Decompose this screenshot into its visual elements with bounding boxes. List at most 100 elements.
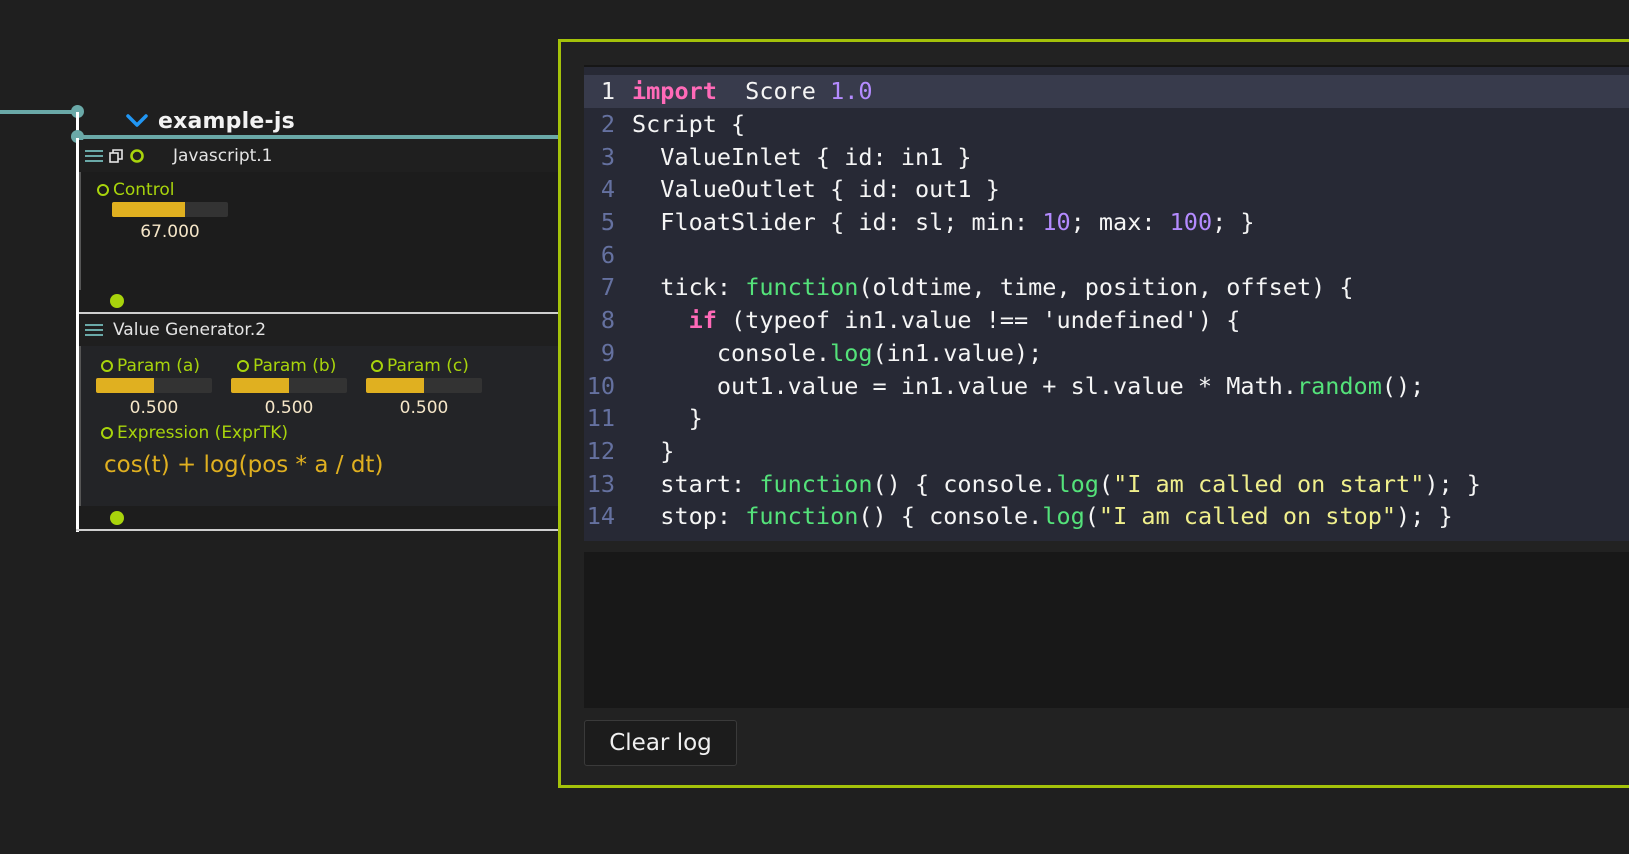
menu-icon[interactable] [85, 323, 103, 337]
token: (oldtime, time, position, offset) { [858, 273, 1354, 302]
token-fn: log [1042, 502, 1085, 531]
code-line[interactable]: 7 tick: function(oldtime, time, position… [584, 271, 1629, 304]
token: console. [632, 338, 831, 367]
token-kw: import [632, 77, 717, 106]
code-text: out1.value = in1.value + sl.value * Math… [632, 372, 1424, 400]
clear-log-button[interactable]: Clear log [584, 720, 737, 766]
code-text: if (typeof in1.value !== 'undefined') { [632, 306, 1241, 335]
code-line[interactable]: 14 stop: function() { console.log("I am … [584, 500, 1629, 533]
line-number: 13 [586, 469, 615, 498]
token: ( [1084, 502, 1099, 531]
code-line[interactable]: 2 Script { [584, 108, 1629, 141]
code-text: tick: function(oldtime, time, position, … [632, 273, 1354, 302]
port-ring-icon[interactable] [101, 360, 113, 372]
script-editor-panel: 1 import Score 1.0 2 Script {3 ValueInlet {… [558, 39, 1629, 788]
node-title: Value Generator.2 [113, 320, 267, 340]
code-line[interactable]: 12 } [584, 435, 1629, 468]
param-b-slider[interactable] [231, 378, 347, 393]
token: out1.value = in1.value + sl.value * Math… [632, 371, 1297, 400]
node-header[interactable]: Javascript.1 [79, 140, 579, 172]
code-line[interactable]: 13 start: function() { console.log("I am… [584, 467, 1629, 500]
port-ring-icon[interactable] [97, 184, 109, 196]
console-log[interactable] [584, 552, 1629, 708]
outlet-port-dot[interactable] [110, 294, 124, 308]
code-line[interactable]: 5 FloatSlider { id: sl; min: 10; max: 10… [584, 206, 1629, 239]
token: ValueInlet { id: in1 } [632, 142, 972, 171]
token-str: "I am called on stop" [1098, 502, 1397, 531]
code-line[interactable]: 9 console.log(in1.value); [584, 337, 1629, 370]
line-number: 4 [600, 175, 615, 204]
param-a-label[interactable]: Param (a) [101, 356, 200, 376]
node-value-generator[interactable]: Value Generator.2 Param (a) 0.500 Param … [79, 314, 579, 530]
token-kw: if [688, 306, 717, 335]
param-b-label[interactable]: Param (b) [237, 356, 336, 376]
param-label: Param (c) [387, 356, 469, 376]
code-text: ValueOutlet { id: out1 } [632, 175, 1000, 203]
node-body: Control 67.000 [79, 172, 579, 290]
token: () { console. [858, 502, 1043, 531]
slider-fill [112, 202, 186, 217]
menu-icon[interactable] [85, 149, 103, 163]
port-ring-icon[interactable] [101, 427, 113, 439]
input-cable[interactable] [0, 110, 78, 114]
token: stop: [632, 502, 746, 531]
param-c-label[interactable]: Param (c) [371, 356, 469, 376]
expression-label[interactable]: Expression (ExprTK) [101, 423, 288, 443]
code-text: ValueInlet { id: in1 } [632, 142, 972, 171]
code-line[interactable]: 10 out1.value = in1.value + sl.value * M… [584, 369, 1629, 402]
chevron-down-icon[interactable] [126, 110, 148, 132]
param-c-slider[interactable] [366, 378, 482, 393]
node-footer [79, 506, 579, 530]
token: ); } [1424, 469, 1481, 498]
token-str: "I am called on start" [1113, 469, 1425, 498]
window-icon[interactable] [109, 149, 123, 163]
code-line[interactable]: 8 if (typeof in1.value !== 'undefined') … [584, 304, 1629, 337]
line-number: 11 [586, 404, 615, 433]
param-label: Param (a) [117, 356, 200, 376]
line-number: 8 [600, 306, 615, 335]
code-line[interactable]: 4 ValueOutlet { id: out1 } [584, 173, 1629, 206]
interval-header[interactable]: example-js [126, 106, 295, 136]
param-c-value[interactable]: 0.500 [366, 398, 482, 418]
code-line[interactable]: 6 [584, 238, 1629, 271]
code-text: } [632, 404, 703, 432]
token-fn: function [759, 469, 873, 498]
token: (); [1381, 371, 1425, 400]
param-a-value[interactable]: 0.500 [96, 398, 212, 418]
code-text: import Score 1.0 [632, 77, 873, 105]
code-text: } [632, 437, 674, 465]
code-text: start: function() { console.log("I am ca… [632, 470, 1481, 498]
token-num: 1.0 [830, 77, 873, 106]
slider-fill [96, 378, 154, 393]
control-value[interactable]: 67.000 [112, 222, 228, 242]
line-number: 10 [586, 371, 615, 400]
line-number: 9 [600, 338, 615, 367]
param-b-value[interactable]: 0.500 [231, 398, 347, 418]
token-fn: log [830, 338, 873, 367]
control-port-label[interactable]: Control [97, 180, 174, 200]
port-ring-icon[interactable] [371, 360, 383, 372]
code-line[interactable]: 3 ValueInlet { id: in1 } [584, 140, 1629, 173]
line-number: 12 [586, 436, 615, 465]
control-slider[interactable] [112, 202, 228, 217]
token: FloatSlider { id: sl; min: [632, 208, 1043, 237]
port-ring-icon[interactable] [129, 148, 145, 164]
code-line[interactable]: 1 import Score 1.0 [584, 75, 1629, 108]
slider-fill [231, 378, 289, 393]
expression-input[interactable]: cos(t) + log(pos * a / dt) [104, 452, 383, 478]
code-text: console.log(in1.value); [632, 339, 1042, 367]
token: Score [716, 77, 831, 106]
code-line[interactable]: 11 } [584, 402, 1629, 435]
token-fn: function [745, 273, 859, 302]
param-label: Param (b) [253, 356, 337, 376]
node-javascript[interactable]: Javascript.1 Control 67.000 [79, 140, 579, 312]
code-editor[interactable]: 1 import Score 1.0 2 Script {3 ValueInlet {… [584, 65, 1629, 541]
node-header[interactable]: Value Generator.2 [79, 314, 579, 346]
expression-label-text: Expression (ExprTK) [117, 423, 289, 443]
line-number: 1 [600, 77, 615, 106]
outlet-port-dot[interactable] [110, 511, 124, 525]
line-number: 7 [600, 273, 615, 302]
param-a-slider[interactable] [96, 378, 212, 393]
token: start: [632, 469, 760, 498]
port-ring-icon[interactable] [237, 360, 249, 372]
